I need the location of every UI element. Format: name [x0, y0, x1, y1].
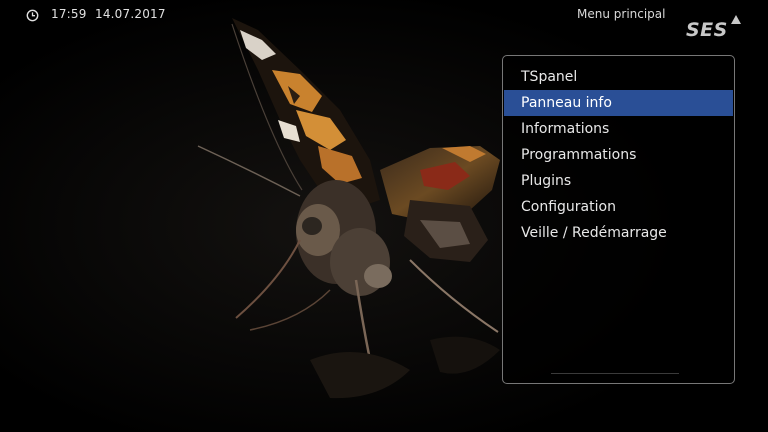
menu-item-programmations[interactable]: Programmations — [503, 142, 734, 168]
main-menu-screen: 17:59 14.07.2017 Menu principal SES TSpa… — [0, 0, 768, 432]
current-time: 17:59 — [51, 7, 87, 21]
menu-item-panneau-info[interactable]: Panneau info — [504, 90, 733, 116]
menu-item-plugins[interactable]: Plugins — [503, 168, 734, 194]
menu-item-configuration[interactable]: Configuration — [503, 194, 734, 220]
menu-item-tspanel[interactable]: TSpanel — [503, 64, 734, 90]
menu-item-veille-redemarrage[interactable]: Veille / Redémarrage — [503, 220, 734, 246]
main-menu-list: TSpanel Panneau info Informations Progra… — [503, 64, 734, 246]
menu-scroll-indicator — [551, 373, 679, 374]
ses-logo: SES — [686, 19, 728, 41]
screen-title: Menu principal — [577, 7, 666, 21]
current-date: 14.07.2017 — [95, 7, 166, 21]
ses-logo-mark-icon — [731, 15, 741, 24]
main-menu-panel: TSpanel Panneau info Informations Progra… — [502, 55, 735, 384]
menu-item-informations[interactable]: Informations — [503, 116, 734, 142]
clock-icon — [26, 9, 39, 22]
